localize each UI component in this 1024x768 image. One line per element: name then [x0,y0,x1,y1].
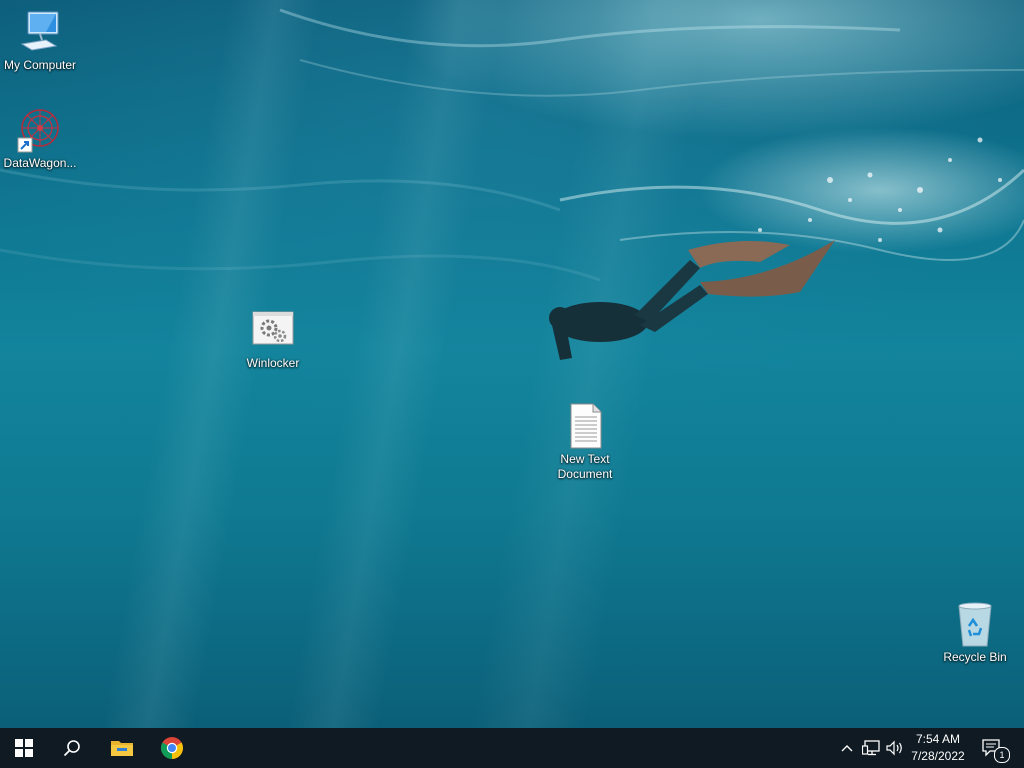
desktop-background[interactable]: My Computer DataWagon... Winlocker New T… [0,0,1024,728]
search-icon [63,740,80,757]
clock-button[interactable]: 7:54 AM 7/28/2022 [900,731,976,765]
file-explorer-button[interactable] [98,728,146,768]
chevron-up-icon [841,745,853,752]
chrome-button[interactable] [148,728,196,768]
network-button[interactable] [860,728,882,768]
diver-silhouette [549,240,835,360]
wallpaper-art [0,8,1024,360]
windows-start-icon [15,739,33,757]
show-hidden-icons-button[interactable] [836,728,858,768]
my-computer-shortcut[interactable]: My Computer [0,8,80,73]
gears-icon [252,311,294,345]
network-icon [862,740,880,756]
light-rays [0,0,1024,728]
taskbar: 7:54 AM 7/28/2022 1 [0,728,1024,768]
my-computer-label: My Computer [3,58,77,72]
clock-date: 7/28/2022 [911,749,965,763]
datawagon-shortcut[interactable]: DataWagon... [0,106,80,171]
start-button[interactable] [0,728,48,768]
computer-icon [20,11,59,51]
action-center-button[interactable]: 1 [978,728,1010,768]
datawagon-icon [17,109,59,153]
chrome-icon [161,737,183,759]
recycle-bin-label: Recycle Bin [943,650,1007,664]
clock-time: 7:54 AM [915,732,961,746]
new-text-document-file[interactable]: New Text Document [545,402,625,482]
recycle-bin-icon [958,602,992,647]
text-document-icon [570,403,602,449]
winlocker-label: Winlocker [246,356,300,370]
file-explorer-icon [111,741,133,756]
datawagon-label: DataWagon... [3,156,77,170]
winlocker-shortcut[interactable]: Winlocker [233,306,313,371]
recycle-bin-shortcut[interactable]: Recycle Bin [935,600,1015,665]
new-text-document-label: New Text Document [557,452,613,481]
search-button[interactable] [48,728,96,768]
notification-count-badge: 1 [994,747,1010,763]
